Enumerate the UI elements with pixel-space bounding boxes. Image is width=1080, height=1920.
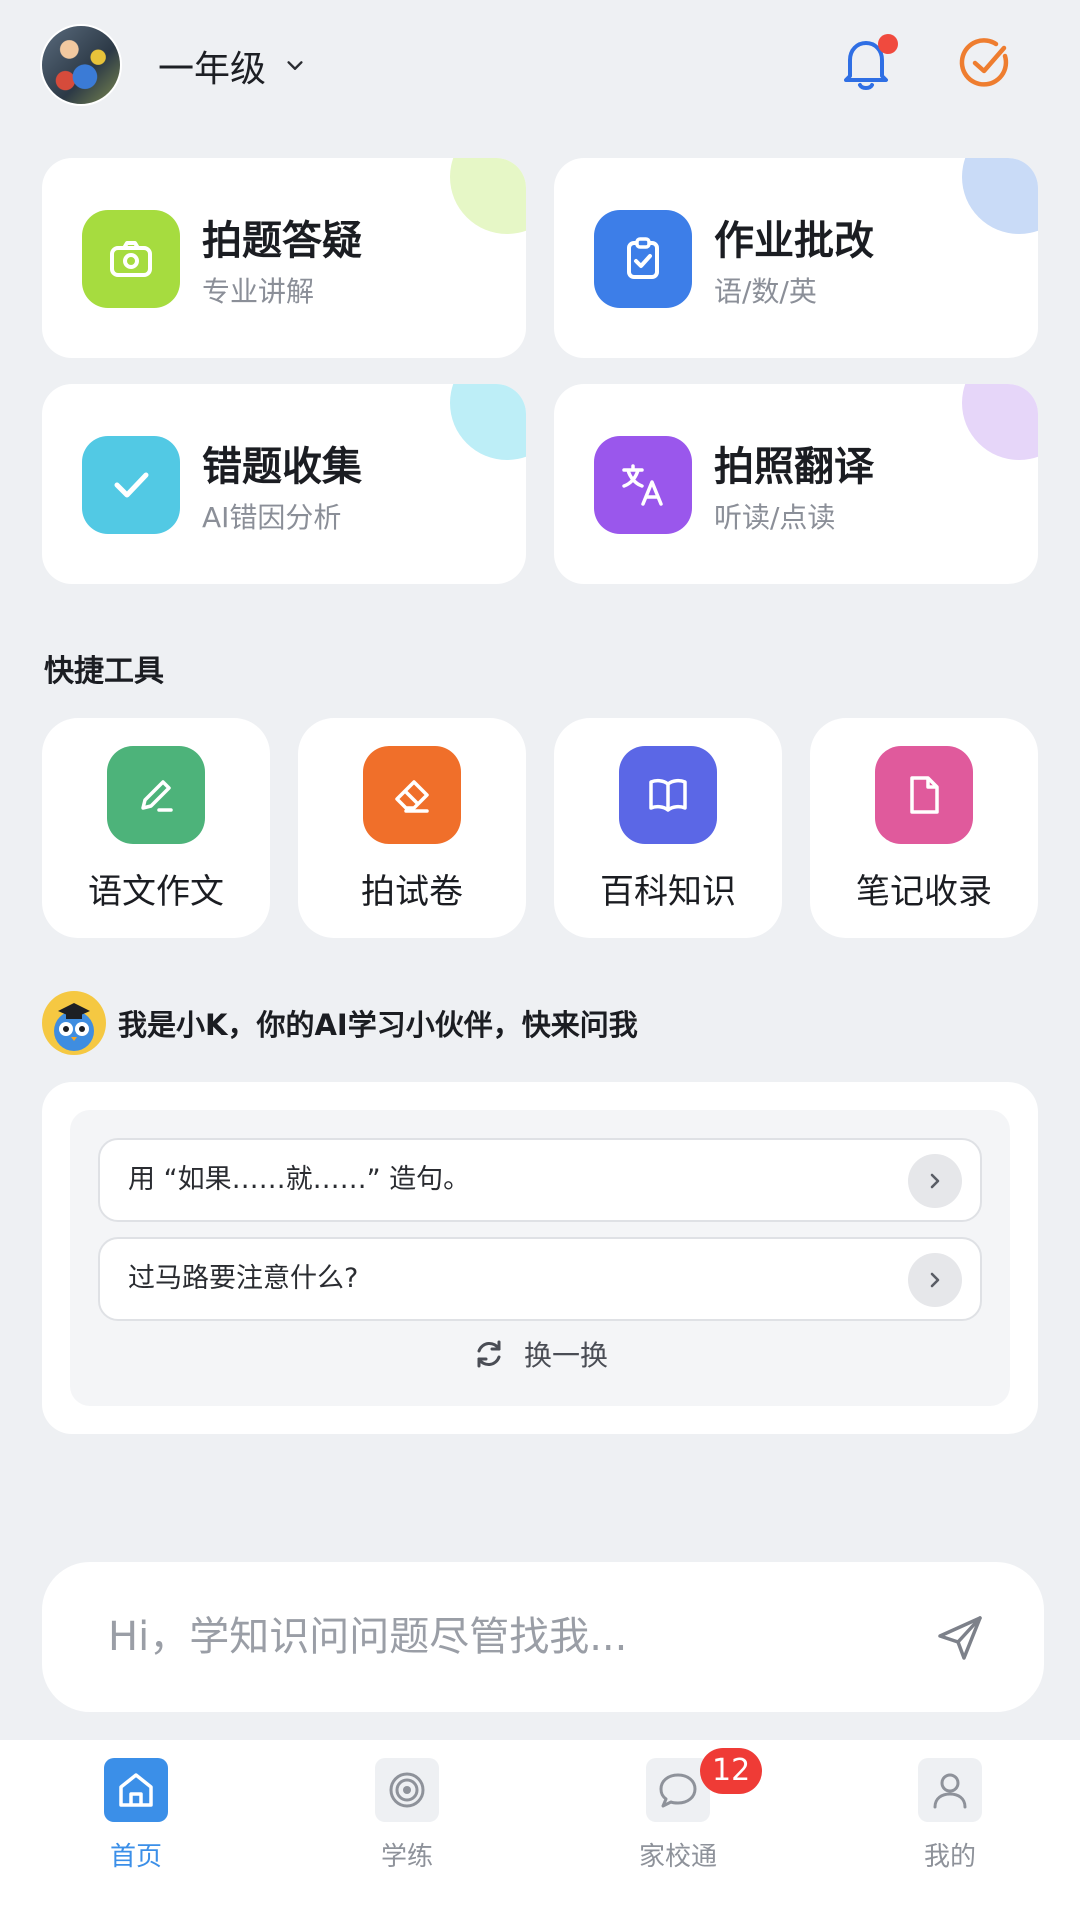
tool-label: 笔记收录 [856, 872, 992, 912]
feature-subtitle: 听读/点读 [714, 501, 836, 534]
feature-title: 错题收集 [202, 444, 362, 490]
unread-badge: 12 [700, 1748, 763, 1794]
tool-notes[interactable]: 笔记收录 [810, 718, 1038, 938]
nav-label: 学练 [380, 1842, 433, 1872]
tool-chinese-essay[interactable]: 语文作文 [42, 718, 270, 938]
top-header: 一年级 [0, 0, 1080, 130]
pencil-icon [107, 746, 205, 844]
suggestion-item[interactable]: 用 “如果……就……” 造句。 [98, 1138, 982, 1222]
feature-subtitle: 专业讲解 [202, 275, 315, 308]
feature-card-mistake-collection[interactable]: 错题收集 AI错因分析 [42, 384, 526, 584]
profile-icon [918, 1758, 982, 1822]
chevron-down-icon [287, 61, 303, 70]
clipboard-check-icon [594, 210, 692, 308]
card-corner-decoration [962, 384, 1038, 460]
home-icon [104, 1758, 168, 1822]
chevron-right-icon [908, 1154, 962, 1208]
feature-subtitle: AI错因分析 [202, 501, 342, 534]
grade-label: 一年级 [158, 49, 267, 90]
tool-encyclopedia[interactable]: 百科知识 [554, 718, 782, 938]
feature-card-homework-correction[interactable]: 作业批改 语/数/英 [554, 158, 1038, 358]
user-avatar[interactable] [40, 24, 122, 106]
chevron-right-icon [908, 1253, 962, 1307]
feature-title: 拍照翻译 [714, 444, 874, 490]
nav-profile[interactable]: 我的 [870, 1758, 1030, 1888]
note-icon [875, 746, 973, 844]
suggestion-text: 过马路要注意什么? [128, 1263, 359, 1294]
feature-subtitle: 语/数/英 [714, 275, 817, 308]
feature-title: 作业批改 [714, 218, 874, 264]
ai-suggestion-list: 用 “如果……就……” 造句。 过马路要注意什么? 换一换 [70, 1110, 1010, 1406]
tool-photo-exam[interactable]: 拍试卷 [298, 718, 526, 938]
translate-icon [594, 436, 692, 534]
check-icon [82, 436, 180, 534]
refresh-button[interactable]: 换一换 [70, 1334, 1010, 1374]
grade-selector[interactable]: 一年级 [158, 40, 306, 92]
feature-card-photo-translate[interactable]: 拍照翻译 听读/点读 [554, 384, 1038, 584]
send-icon[interactable] [934, 1612, 986, 1664]
tool-label: 拍试卷 [361, 872, 463, 912]
mascot-avatar [42, 991, 106, 1055]
ai-intro-row: 我是小K，你的AI学习小伙伴，快来问我 [42, 990, 638, 1056]
suggestion-text: 用 “如果……就……” 造句。 [128, 1164, 471, 1195]
eraser-icon [363, 746, 461, 844]
nav-home[interactable]: 首页 [56, 1758, 216, 1888]
bottom-nav: 首页 学练 家校通 我的 [0, 1740, 1080, 1920]
ai-intro-text: 我是小K，你的AI学习小伙伴，快来问我 [118, 1008, 638, 1042]
notification-dot [878, 34, 898, 54]
camera-icon [82, 210, 180, 308]
refresh-icon [477, 1340, 501, 1368]
feature-card-photo-qa[interactable]: 拍题答疑 专业讲解 [42, 158, 526, 358]
quick-tools-title: 快捷工具 [44, 654, 164, 689]
refresh-label: 换一换 [523, 1339, 608, 1372]
nav-practice[interactable]: 学练 [327, 1758, 487, 1888]
check-circle-icon[interactable] [958, 36, 1014, 92]
nav-label: 首页 [109, 1842, 162, 1872]
chat-input[interactable]: Hi，学知识问问题尽管找我... [42, 1562, 1044, 1712]
feature-title: 拍题答疑 [202, 218, 362, 264]
card-corner-decoration [450, 158, 526, 234]
chat-input-placeholder: Hi，学知识问问题尽管找我... [108, 1614, 628, 1660]
ai-suggestion-panel: 用 “如果……就……” 造句。 过马路要注意什么? 换一换 [42, 1082, 1038, 1434]
card-corner-decoration [450, 384, 526, 460]
nav-label: 我的 [923, 1842, 976, 1872]
nav-label: 家校通 [638, 1842, 717, 1872]
target-icon [375, 1758, 439, 1822]
card-corner-decoration [962, 158, 1038, 234]
book-icon [619, 746, 717, 844]
tool-label: 语文作文 [88, 872, 224, 912]
tool-label: 百科知识 [600, 872, 736, 912]
suggestion-item[interactable]: 过马路要注意什么? [98, 1237, 982, 1321]
